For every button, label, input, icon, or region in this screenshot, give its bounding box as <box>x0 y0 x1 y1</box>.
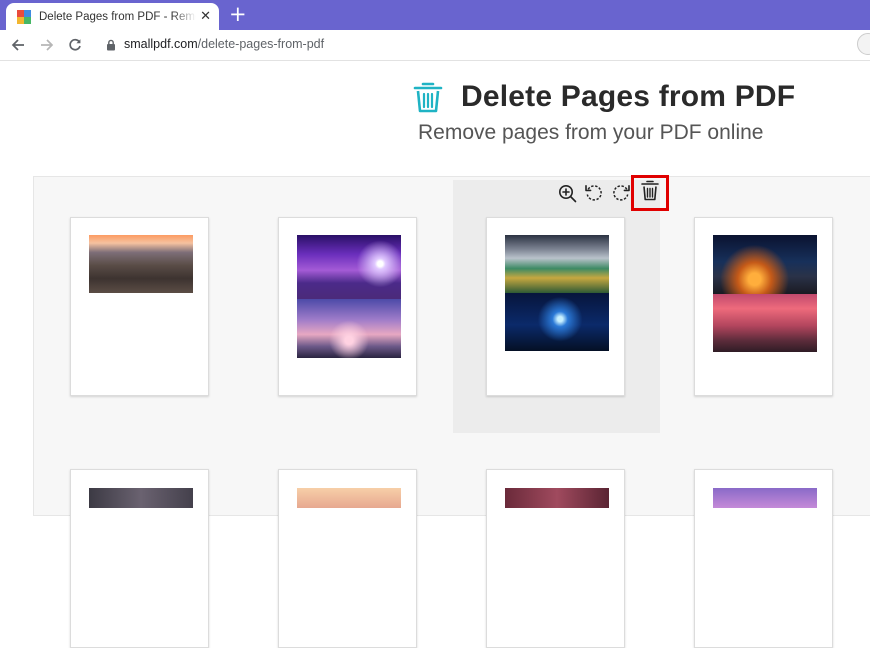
new-tab-button[interactable]: + <box>229 4 247 25</box>
tab-close-icon[interactable]: ✕ <box>200 8 211 24</box>
url-domain: smallpdf.com <box>124 37 198 51</box>
rotate-right-icon[interactable] <box>610 182 632 204</box>
pdf-page-thumbnail[interactable] <box>278 469 417 648</box>
rotate-left-icon[interactable] <box>583 182 605 204</box>
landscape-photo <box>89 235 193 293</box>
page-title: Delete Pages from PDF <box>461 80 796 113</box>
pdf-page-thumbnail[interactable] <box>278 217 417 396</box>
smallpdf-favicon-icon <box>17 9 31 24</box>
browser-toolbar: smallpdf.com/delete-pages-from-pdf <box>0 30 870 61</box>
landscape-photo <box>505 235 609 293</box>
pdf-page-thumbnail[interactable] <box>486 469 625 648</box>
tab-title: Delete Pages from PDF - Remove <box>39 10 196 23</box>
landscape-photo <box>505 293 609 351</box>
trash-icon <box>413 80 443 119</box>
landscape-photo <box>713 235 817 294</box>
back-arrow-icon[interactable] <box>8 35 28 55</box>
pdf-page-thumbnail[interactable] <box>70 469 209 648</box>
landscape-photo <box>713 488 817 508</box>
zoom-in-icon[interactable] <box>556 182 578 204</box>
browser-tab[interactable]: Delete Pages from PDF - Remove ✕ <box>6 3 219 30</box>
landscape-photo <box>297 235 401 299</box>
browser-menu-button[interactable] <box>857 33 870 55</box>
trash-icon <box>641 180 659 206</box>
landscape-photo <box>297 299 401 358</box>
landscape-photo <box>713 294 817 352</box>
pdf-page-thumbnail[interactable] <box>694 469 833 648</box>
landscape-photo <box>505 488 609 508</box>
delete-page-button[interactable] <box>631 175 669 211</box>
pdf-page-thumbnail[interactable] <box>70 217 209 396</box>
lock-icon[interactable] <box>106 38 116 56</box>
address-bar[interactable]: smallpdf.com/delete-pages-from-pdf <box>124 37 324 51</box>
browser-tab-strip: Delete Pages from PDF - Remove ✕ + <box>0 0 870 30</box>
pdf-page-thumbnail[interactable] <box>486 217 625 396</box>
landscape-photo <box>89 488 193 508</box>
url-path: /delete-pages-from-pdf <box>197 37 325 51</box>
pdf-page-thumbnail[interactable] <box>694 217 833 396</box>
forward-arrow-icon[interactable] <box>37 35 57 55</box>
reload-icon[interactable] <box>65 35 85 55</box>
page-subtitle: Remove pages from your PDF online <box>418 121 764 144</box>
landscape-photo <box>297 488 401 508</box>
